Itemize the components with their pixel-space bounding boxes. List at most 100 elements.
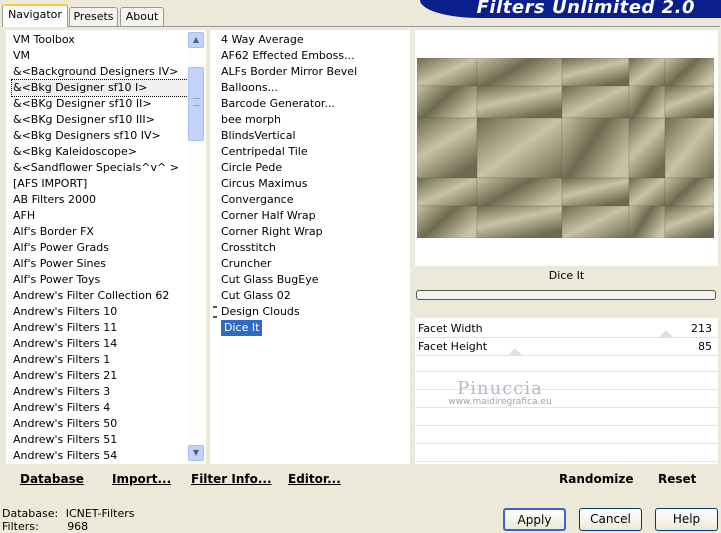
- category-item[interactable]: Andrew's Filters 10: [12, 304, 188, 320]
- filter-item[interactable]: Crosstitch: [220, 240, 405, 256]
- category-item[interactable]: Alf's Power Sines: [12, 256, 188, 272]
- category-item[interactable]: &<Bkg Designer sf10 I>: [11, 79, 189, 97]
- filter-item[interactable]: Cut Glass BugEye: [220, 272, 405, 288]
- cancel-button[interactable]: Cancel: [579, 508, 642, 531]
- category-item[interactable]: Andrew's Filters 1: [12, 352, 188, 368]
- filter-list[interactable]: 4 Way Average AF62 Effected Emboss... ALFs…: [210, 30, 410, 464]
- preview-tile: [664, 58, 714, 87]
- param-label: Facet Height: [418, 340, 488, 353]
- filter-item[interactable]: Cruncher: [220, 256, 405, 272]
- category-item[interactable]: Alf's Power Toys: [12, 272, 188, 288]
- filter-item-label: ALFs Border Mirror Bevel: [221, 65, 358, 78]
- category-item[interactable]: Andrew's Filters 4: [12, 400, 188, 416]
- param-value: 213: [691, 322, 712, 335]
- preview-tile: [476, 85, 563, 119]
- filter-item[interactable]: Convergance: [220, 192, 405, 208]
- category-item[interactable]: VM Toolbox: [12, 32, 188, 48]
- watermark: Pinuccia www.maidiregrafica.eu: [430, 378, 570, 407]
- category-item[interactable]: Andrew's Filter Collection 62: [12, 288, 188, 304]
- category-item[interactable]: AFH: [12, 208, 188, 224]
- scroll-down-button[interactable]: ▼: [188, 445, 204, 461]
- preview-tile: [476, 58, 563, 87]
- watermark-site: www.maidiregrafica.eu: [448, 397, 552, 407]
- filter-item[interactable]: Barcode Generator...: [220, 96, 405, 112]
- filter-item[interactable]: 4 Way Average: [220, 32, 405, 48]
- preview-tile: [561, 58, 630, 87]
- category-item[interactable]: Andrew's Filters 54: [12, 448, 188, 464]
- category-item[interactable]: &<Bkg Kaleidoscope>: [12, 144, 188, 160]
- filter-item-label: Circus Maximus: [221, 177, 308, 190]
- filter-item[interactable]: Corner Right Wrap: [220, 224, 405, 240]
- import-button[interactable]: Import...: [112, 472, 171, 486]
- filter-item-label: Barcode Generator...: [221, 97, 335, 110]
- category-item[interactable]: Andrew's Filters 11: [12, 320, 188, 336]
- filter-item-label: Dice It: [221, 320, 263, 336]
- watermark-name: Pinuccia: [457, 378, 543, 399]
- category-item[interactable]: &<Background Designers IV>: [12, 64, 188, 80]
- editor-button[interactable]: Editor...: [288, 472, 341, 486]
- tab-about[interactable]: About: [120, 7, 164, 26]
- preview-tile: [417, 58, 478, 87]
- category-item[interactable]: Andrew's Filters 50: [12, 416, 188, 432]
- preview-tile: [664, 117, 714, 179]
- filter-info-button[interactable]: Filter Info...: [191, 472, 272, 486]
- tab-presets[interactable]: Presets: [69, 7, 118, 26]
- preview-tile: [476, 205, 563, 238]
- filter-item[interactable]: BlindsVertical: [220, 128, 405, 144]
- preview-tile: [628, 205, 666, 238]
- filter-item-label: Design Clouds: [221, 305, 300, 318]
- preview-tile: [561, 205, 630, 238]
- category-list[interactable]: VM Toolbox VM &<Background Designers IV> &<…: [6, 30, 206, 464]
- apply-button[interactable]: Apply: [503, 508, 566, 531]
- filter-item[interactable]: Corner Half Wrap: [220, 208, 405, 224]
- database-button[interactable]: Database: [20, 472, 84, 486]
- filter-item[interactable]: Centripedal Tile: [220, 144, 405, 160]
- filter-item[interactable]: Balloons...: [220, 80, 405, 96]
- category-item[interactable]: Andrew's Filters 21: [12, 368, 188, 384]
- filter-item[interactable]: Circle Pede: [220, 160, 405, 176]
- category-item[interactable]: AB Filters 2000: [12, 192, 188, 208]
- slider-thumb[interactable]: [506, 348, 523, 356]
- randomize-button[interactable]: Randomize: [559, 472, 633, 486]
- filter-item[interactable]: ALFs Border Mirror Bevel: [220, 64, 405, 80]
- category-item[interactable]: &<BKg Designer sf10 II>: [12, 96, 188, 112]
- category-item[interactable]: Andrew's Filters 3: [12, 384, 188, 400]
- filter-item[interactable]: Dice It: [220, 320, 405, 336]
- filter-item[interactable]: bee morph: [220, 112, 405, 128]
- filter-item-label: Cut Glass 02: [221, 289, 291, 302]
- reset-button[interactable]: Reset: [658, 472, 696, 486]
- preview-tile: [417, 177, 478, 207]
- category-item[interactable]: [AFS IMPORT]: [12, 176, 188, 192]
- filter-item[interactable]: Cut Glass 02: [220, 288, 405, 304]
- tab-navigator[interactable]: Navigator: [2, 4, 68, 27]
- splitter-grip[interactable]: [213, 306, 217, 318]
- filter-item-label: Cruncher: [221, 257, 272, 270]
- scroll-up-button[interactable]: ▲: [188, 32, 204, 48]
- preview-tile: [628, 177, 666, 207]
- category-item[interactable]: Alf's Power Grads: [12, 240, 188, 256]
- category-item[interactable]: VM: [12, 48, 188, 64]
- scroll-thumb[interactable]: [188, 67, 204, 141]
- category-item[interactable]: &<BKg Designer sf10 III>: [12, 112, 188, 128]
- category-item[interactable]: &<Bkg Designers sf10 IV>: [12, 128, 188, 144]
- param-slider-row[interactable]: Facet Height 85: [415, 338, 718, 356]
- preview-tile: [417, 117, 478, 179]
- slider-thumb[interactable]: [658, 330, 675, 338]
- help-button[interactable]: Help: [655, 508, 718, 531]
- filter-item-label: Cut Glass BugEye: [221, 273, 319, 286]
- filter-item-label: Crosstitch: [221, 241, 276, 254]
- preview-image: [417, 58, 714, 238]
- category-item[interactable]: Andrew's Filters 51: [12, 432, 188, 448]
- filter-item[interactable]: AF62 Effected Emboss...: [220, 48, 405, 64]
- param-slider-row[interactable]: Facet Width 213: [415, 320, 718, 338]
- category-scrollbar[interactable]: ▲ ▼: [187, 30, 205, 464]
- filter-item[interactable]: Design Clouds: [220, 304, 405, 320]
- category-item[interactable]: Andrew's Filters 14: [12, 336, 188, 352]
- preview-tile: [476, 177, 563, 207]
- category-item[interactable]: Alf's Border FX: [12, 224, 188, 240]
- filter-item[interactable]: Circus Maximus: [220, 176, 405, 192]
- preview-area: [415, 30, 718, 266]
- preview-tile: [561, 85, 630, 119]
- category-item[interactable]: &<Sandflower Specials^v^ >: [12, 160, 188, 176]
- banner-title: Filters Unlimited 2.0: [476, 0, 695, 18]
